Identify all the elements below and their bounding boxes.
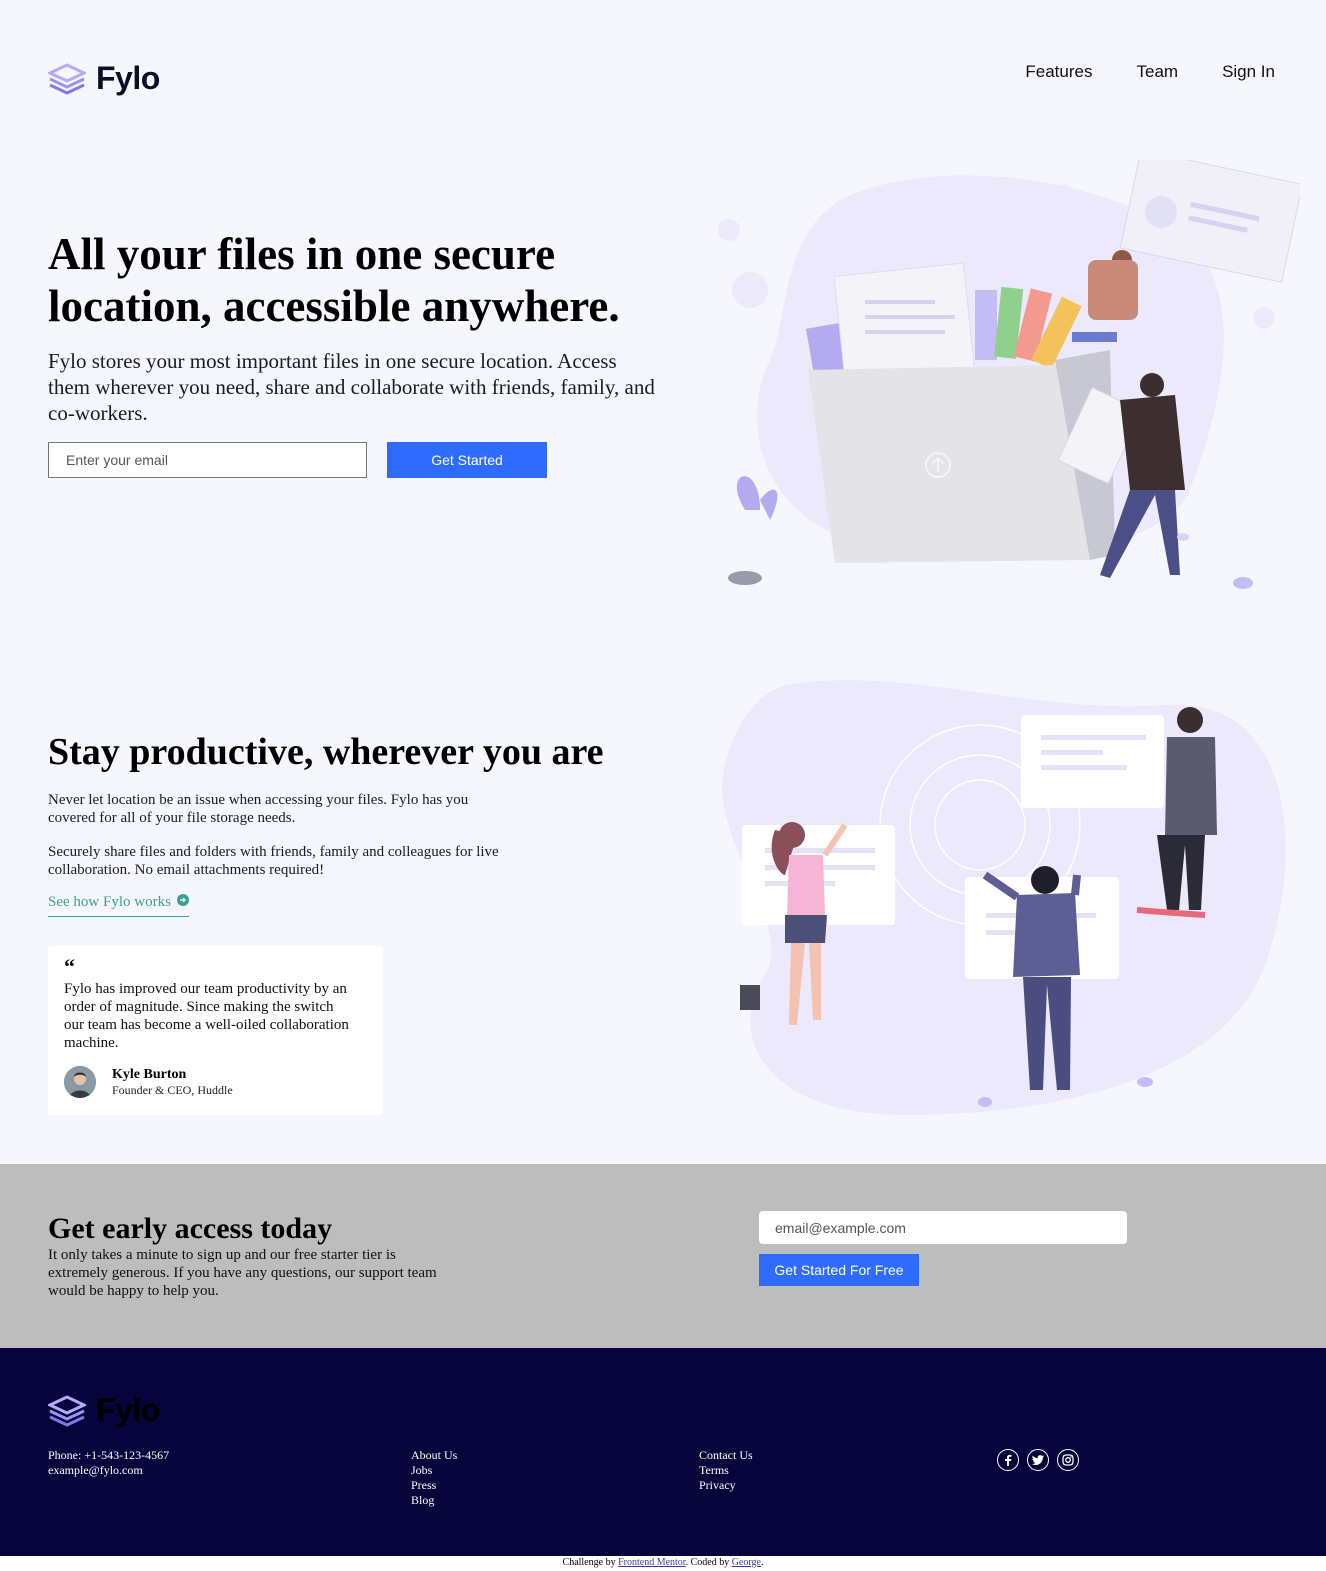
stack-logo-icon	[48, 62, 86, 95]
footer-link-jobs[interactable]: Jobs	[411, 1463, 457, 1478]
footer-link-contact[interactable]: Contact Us	[699, 1448, 753, 1463]
productive-paragraph-1: Never let location be an issue when acce…	[48, 792, 469, 826]
productive-illustration	[722, 680, 1286, 1115]
credit-mid: . Coded by	[685, 1557, 732, 1568]
hero-description: Fylo stores your most important files in…	[48, 349, 655, 425]
footer-phone: Phone: +1-543-123-4567	[48, 1448, 170, 1462]
hero-illustration	[718, 160, 1300, 589]
footer-brand-name: Fylo	[96, 1392, 160, 1428]
footer-link-blog[interactable]: Blog	[411, 1493, 457, 1508]
footer-brand-logo[interactable]: Fylo	[48, 1392, 160, 1429]
frontend-mentor-link[interactable]: Frontend Mentor	[618, 1557, 686, 1568]
attribution: Challenge by Frontend Mentor. Coded by G…	[0, 1556, 1326, 1571]
productive-paragraph-2: Securely share files and folders with fr…	[48, 844, 499, 878]
instagram-icon[interactable]	[1057, 1449, 1079, 1471]
brand-name: Fylo	[96, 60, 160, 96]
testimonial-quote: Fylo has improved our team productivity …	[64, 981, 349, 1051]
footer-contact: Phone: +1-543-123-4567 example@fylo.com	[48, 1448, 169, 1478]
early-access-title: Get early access today	[48, 1212, 333, 1245]
author-name: Kyle Burton	[112, 1066, 187, 1082]
productive-title: Stay productive, wherever you are	[48, 731, 604, 773]
quote-icon: “	[64, 954, 75, 979]
arrow-right-circle-icon	[176, 893, 189, 906]
footer-link-about[interactable]: About Us	[411, 1448, 457, 1463]
hero-title: All your files in one secure location, a…	[48, 229, 620, 331]
footer-links-col-2: Contact Us Terms Privacy	[699, 1448, 753, 1493]
get-started-for-free-button[interactable]: Get Started For Free	[759, 1254, 919, 1286]
site-header: Fylo Features Team Sign In	[0, 0, 1326, 120]
hero-email-input[interactable]	[48, 442, 367, 478]
see-how-link[interactable]: See how Fylo works	[48, 893, 189, 917]
footer-link-privacy[interactable]: Privacy	[699, 1478, 753, 1493]
social-links	[997, 1449, 1079, 1471]
brand-logo[interactable]: Fylo	[48, 60, 160, 97]
footer-links-col-1: About Us Jobs Press Blog	[411, 1448, 457, 1508]
footer-link-press[interactable]: Press	[411, 1478, 457, 1493]
testimonial-author: Kyle Burton Founder & CEO, Huddle	[64, 1066, 233, 1098]
avatar	[64, 1066, 96, 1098]
nav-team[interactable]: Team	[1136, 62, 1178, 82]
stack-logo-icon	[48, 1394, 86, 1427]
see-how-label: See how Fylo works	[48, 894, 171, 910]
footer-email[interactable]: example@fylo.com	[48, 1463, 169, 1478]
early-access-email-input[interactable]	[759, 1211, 1127, 1244]
main-nav: Features Team Sign In	[1025, 62, 1275, 82]
footer-link-terms[interactable]: Terms	[699, 1463, 753, 1478]
get-started-button[interactable]: Get Started	[387, 442, 547, 478]
credit-suffix: .	[760, 1557, 764, 1568]
author-link[interactable]: George	[732, 1557, 761, 1568]
nav-features[interactable]: Features	[1025, 62, 1092, 82]
author-role: Founder & CEO, Huddle	[112, 1082, 233, 1097]
nav-sign-in[interactable]: Sign In	[1222, 62, 1275, 82]
credit-prefix: Challenge by	[562, 1557, 619, 1568]
twitter-icon[interactable]	[1027, 1449, 1049, 1471]
early-access-section: Get early access today It only takes a m…	[0, 1164, 1326, 1348]
early-access-text: It only takes a minute to sign up and ou…	[48, 1247, 437, 1299]
facebook-icon[interactable]	[997, 1449, 1019, 1471]
site-footer: Fylo Phone: +1-543-123-4567 example@fylo…	[0, 1348, 1326, 1556]
testimonial-card: “ Fylo has improved our team productivit…	[48, 946, 383, 1115]
